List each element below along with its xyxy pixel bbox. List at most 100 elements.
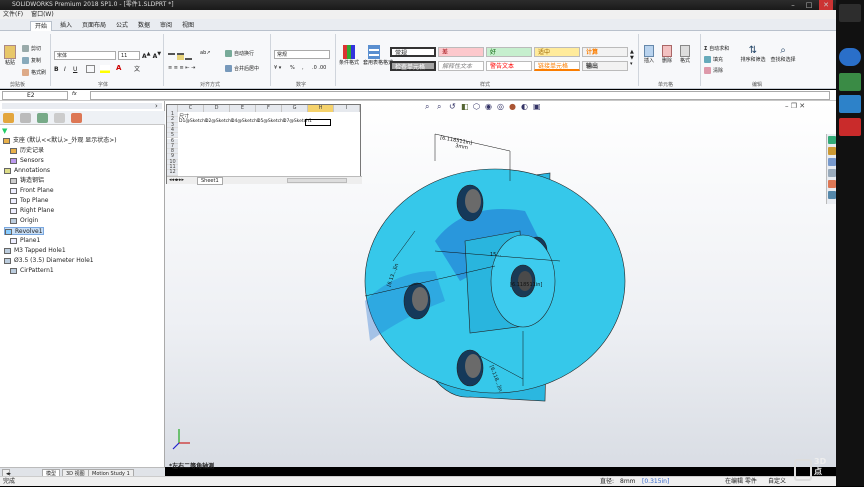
app-icon[interactable] xyxy=(839,95,861,113)
tree-root[interactable]: 支座 (默认<<默认>_外观 显示状态>) xyxy=(3,137,117,145)
column-header[interactable]: C xyxy=(178,105,204,112)
column-header[interactable]: I xyxy=(334,105,360,112)
fill-button[interactable]: 填充 xyxy=(704,56,723,63)
tree-item[interactable]: CirPattern1 xyxy=(10,267,54,275)
tree-item[interactable]: Sensors xyxy=(10,157,44,165)
bold-button[interactable]: B xyxy=(54,66,59,73)
format-cells-button[interactable]: 格式 xyxy=(678,45,692,64)
column-header[interactable]: F xyxy=(256,105,282,112)
align-top-buttons[interactable] xyxy=(168,50,194,60)
decimal-icon[interactable]: .0 .00 xyxy=(312,65,326,71)
notification-icon[interactable] xyxy=(839,4,861,22)
number-format-select[interactable]: 常规 xyxy=(274,50,330,59)
tree-item[interactable]: Revolve1 xyxy=(4,227,44,235)
h-scrollbar[interactable] xyxy=(287,178,347,183)
tree-item[interactable]: Origin xyxy=(10,217,38,225)
tab-home[interactable]: 开始 xyxy=(30,21,53,31)
menu-file[interactable]: 文件(F) xyxy=(3,11,23,18)
filter-icon[interactable]: ▼ xyxy=(2,127,7,135)
paste-button[interactable]: 粘贴 xyxy=(4,45,16,66)
find-select-button[interactable]: ⌕ 查找和选择 xyxy=(770,45,796,63)
tree-item[interactable]: Ø3.5 (3.5) Diameter Hole1 xyxy=(4,257,94,265)
feature-tree-tab-icon[interactable] xyxy=(3,113,14,123)
name-box[interactable]: E2 xyxy=(2,91,68,100)
underline-button[interactable]: U xyxy=(73,66,77,73)
table-cell[interactable]: D4@Sketch1 xyxy=(231,119,260,124)
minimize-icon[interactable]: – xyxy=(786,0,800,10)
close-icon[interactable]: ✕ xyxy=(819,0,833,10)
style-check-cell[interactable]: 检查单元格 xyxy=(390,61,436,71)
table-cell[interactable]: D5@Sketch1 xyxy=(257,119,286,124)
column-header[interactable]: E xyxy=(230,105,256,112)
style-bad[interactable]: 差 xyxy=(438,47,484,57)
format-as-table-button[interactable]: 套用表格格式 xyxy=(363,45,393,66)
dim-label[interactable]: [6.118511in] xyxy=(510,282,542,288)
tree-item[interactable]: Top Plane xyxy=(10,197,49,205)
style-calculation[interactable]: 计算 xyxy=(582,47,628,57)
tree-item[interactable]: 历史记录 xyxy=(10,147,44,155)
currency-icon[interactable]: ¥ ▾ xyxy=(274,65,281,71)
active-cell[interactable] xyxy=(305,119,331,126)
tab-formulas[interactable]: 公式 xyxy=(112,21,132,31)
font-name-select[interactable]: 宋体 xyxy=(54,51,116,60)
tree-item[interactable]: Annotations xyxy=(4,167,50,175)
style-neutral[interactable]: 适中 xyxy=(534,47,580,57)
column-header[interactable]: G xyxy=(282,105,308,112)
style-linked-cell[interactable]: 链接单元格 xyxy=(534,61,580,71)
tree-item[interactable]: M3 Tapped Hole1 xyxy=(4,247,66,255)
solidworks-icon[interactable] xyxy=(839,118,861,136)
column-header[interactable]: D xyxy=(204,105,230,112)
sort-filter-button[interactable]: ⇅ 排序和筛选 xyxy=(740,45,766,63)
tree-item[interactable]: Plane1 xyxy=(10,237,40,245)
tree-item[interactable]: Right Plane xyxy=(10,207,54,215)
style-normal[interactable]: 常规 xyxy=(390,47,436,57)
tab-insert[interactable]: 插入 xyxy=(56,21,76,31)
sheet-tab[interactable]: Sheet1 xyxy=(197,177,223,185)
tab-page-layout[interactable]: 页面布局 xyxy=(78,21,110,31)
dimxpert-tab-icon[interactable] xyxy=(54,113,65,123)
style-output[interactable]: 输出 xyxy=(582,61,628,71)
delete-cells-button[interactable]: 删除 xyxy=(660,45,674,64)
italic-button[interactable]: I xyxy=(64,66,66,73)
style-explanatory[interactable]: 解释性文本 xyxy=(438,61,484,71)
appearances-icon[interactable] xyxy=(828,180,836,188)
resources-icon[interactable] xyxy=(828,136,836,144)
menu-window[interactable]: 窗口(W) xyxy=(31,11,54,18)
custom-props-icon[interactable] xyxy=(828,191,836,199)
file-explorer-icon[interactable] xyxy=(828,158,836,166)
clear-button[interactable]: 清除 xyxy=(704,67,723,74)
property-tab-icon[interactable] xyxy=(20,113,31,123)
merge-center-button[interactable]: 合并后居中 xyxy=(225,65,259,72)
copy-button[interactable]: 复制 xyxy=(22,57,41,64)
cut-button[interactable]: 剪切 xyxy=(22,45,41,52)
insert-cells-button[interactable]: 插入 xyxy=(642,45,656,64)
appearance-tab-icon[interactable] xyxy=(71,113,82,123)
design-library-icon[interactable] xyxy=(828,147,836,155)
percent-button[interactable]: % xyxy=(290,65,295,71)
phonetic-icon[interactable]: 文 xyxy=(134,64,140,73)
dim-label[interactable]: 3mm xyxy=(455,143,469,151)
align-left-buttons[interactable]: ≡ ≡ ≡ ⇤ ⇥ xyxy=(168,65,195,71)
excel-icon[interactable] xyxy=(839,73,861,91)
comma-button[interactable]: , xyxy=(302,65,304,71)
styles-scroll-icon[interactable]: ▲ ▼ ▾ xyxy=(630,49,634,67)
style-good[interactable]: 好 xyxy=(486,47,532,57)
fill-color-icon[interactable] xyxy=(100,65,110,73)
font-color-icon[interactable]: A xyxy=(116,64,121,72)
table-cell[interactable]: D2@Sketch1 xyxy=(205,119,234,124)
sheet-nav-icon[interactable]: ◂◂◂▸▸▸ xyxy=(169,177,184,183)
view-palette-icon[interactable] xyxy=(828,169,836,177)
border-icon[interactable] xyxy=(86,65,95,73)
chevron-right-icon[interactable]: › xyxy=(155,102,158,110)
orientation-icon[interactable]: ab↗ xyxy=(200,50,210,56)
tree-item[interactable]: Front Plane xyxy=(10,187,54,195)
autosum-button[interactable]: Σ 自动求和 xyxy=(704,45,729,52)
column-header[interactable]: H xyxy=(308,105,334,112)
table-cell[interactable]: D1@Sketch1 xyxy=(179,119,208,124)
dim-label[interactable]: 15... xyxy=(490,252,502,258)
row-header[interactable]: 12 xyxy=(167,170,178,176)
fx-icon[interactable]: fx xyxy=(72,91,77,97)
wrap-text-button[interactable]: 自动换行 xyxy=(225,50,254,57)
tab-review[interactable]: 审阅 xyxy=(156,21,176,31)
tree-item[interactable]: 铸造钢铝 xyxy=(10,177,44,185)
